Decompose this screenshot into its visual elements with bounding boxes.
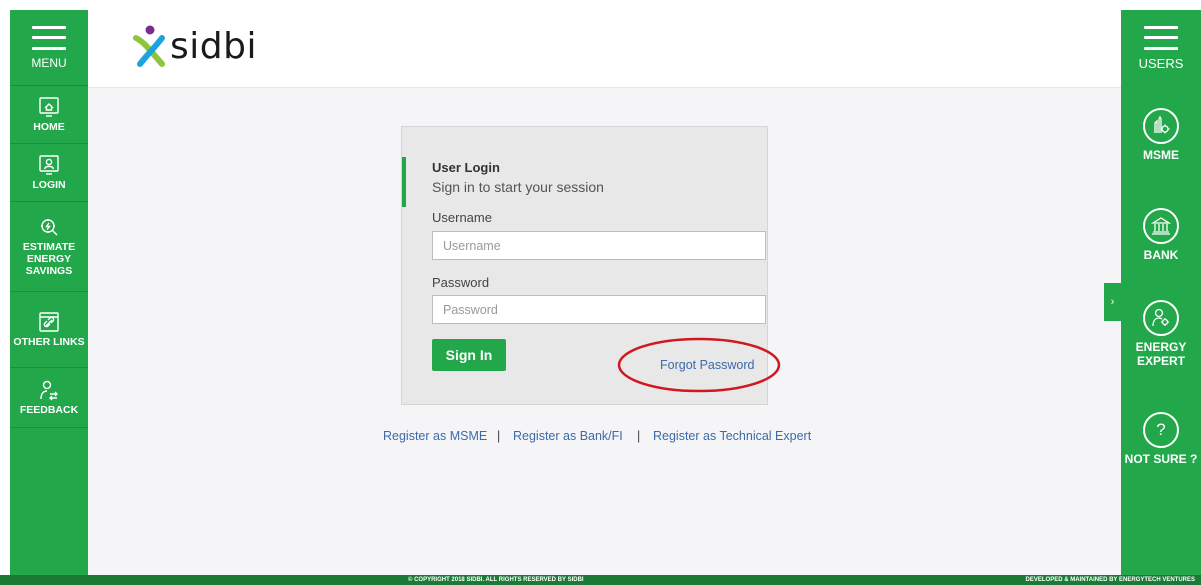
hamburger-icon [32,25,66,50]
username-label: Username [432,210,492,225]
links-icon [39,312,59,332]
left-sidebar: MENU HOME LOGIN ESTIMATE ENERGY SAVINGS … [10,10,88,575]
users-menu-button[interactable]: USERS [1121,10,1201,86]
right-sidebar: USERS MSME BANK ENERGY EXPERT ? NOT SURE… [1121,10,1201,575]
role-bank[interactable]: BANK [1121,208,1201,262]
role-label: NOT SURE ? [1124,452,1198,466]
register-expert-link[interactable]: Register as Technical Expert [653,429,811,443]
login-accent-bar [402,157,406,207]
question-icon: ? [1143,412,1179,448]
sidebar-item-estimate-energy-savings[interactable]: ESTIMATE ENERGY SAVINGS [10,202,88,292]
password-label: Password [432,275,490,290]
header: sidbi [88,10,1121,88]
msme-gear-icon [1143,108,1179,144]
sidebar-toggle-tab[interactable]: › [1104,283,1121,321]
login-panel: User Login Sign in to start your session… [401,126,781,405]
sidebar-item-home[interactable]: HOME [10,86,88,144]
password-input[interactable] [432,295,766,324]
sign-in-button[interactable]: Sign In [432,339,506,371]
home-monitor-icon [39,97,59,117]
login-subtitle: Sign in to start your session [432,179,604,195]
sidebar-item-label: ESTIMATE ENERGY SAVINGS [22,240,76,278]
register-separator: | [497,429,501,443]
sidebar-item-login[interactable]: LOGIN [10,144,88,202]
sidebar-item-label: LOGIN [32,178,66,191]
login-title: User Login [432,160,500,175]
role-label: BANK [1143,248,1179,262]
footer: © COPYRIGHT 2018 SIDBI. ALL RIGHTS RESER… [0,575,1201,585]
expert-icon [1143,300,1179,336]
sidebar-item-other-links[interactable]: OTHER LINKS [10,292,88,368]
role-label: ENERGY EXPERT [1135,340,1187,369]
menu-button[interactable]: MENU [10,10,88,86]
bank-icon [1143,208,1179,244]
role-energy-expert[interactable]: ENERGY EXPERT [1121,300,1201,369]
users-label: USERS [1138,55,1184,71]
forgot-password-link[interactable]: Forgot Password [660,358,754,372]
register-separator: | [637,429,641,443]
sidbi-logo-mark-icon [133,25,165,67]
sidebar-item-label: OTHER LINKS [13,335,85,348]
footer-copyright: © COPYRIGHT 2018 SIDBI. ALL RIGHTS RESER… [408,577,584,583]
feedback-icon [40,380,58,401]
hamburger-icon [1144,25,1178,50]
role-label: MSME [1143,148,1179,162]
energy-estimate-icon [41,218,58,236]
sidebar-item-label: HOME [33,120,65,133]
register-bank-link[interactable]: Register as Bank/FI [513,429,623,443]
sidbi-logo[interactable]: sidbi [132,24,257,68]
page-margin [0,0,10,585]
footer-developed-by: DEVELOPED & MAINTAINED BY ENERGYTECH VEN… [1025,577,1195,583]
sidebar-item-feedback[interactable]: FEEDBACK [10,368,88,428]
username-input[interactable] [432,231,766,260]
role-not-sure[interactable]: ? NOT SURE ? [1121,412,1201,466]
sidebar-item-label: FEEDBACK [19,403,79,416]
main-content: User Login Sign in to start your session… [88,88,1121,575]
logo-text: sidbi [170,25,257,67]
register-msme-link[interactable]: Register as MSME [383,429,487,443]
role-msme[interactable]: MSME [1121,108,1201,162]
menu-label: MENU [31,55,67,70]
login-user-icon [39,155,59,175]
